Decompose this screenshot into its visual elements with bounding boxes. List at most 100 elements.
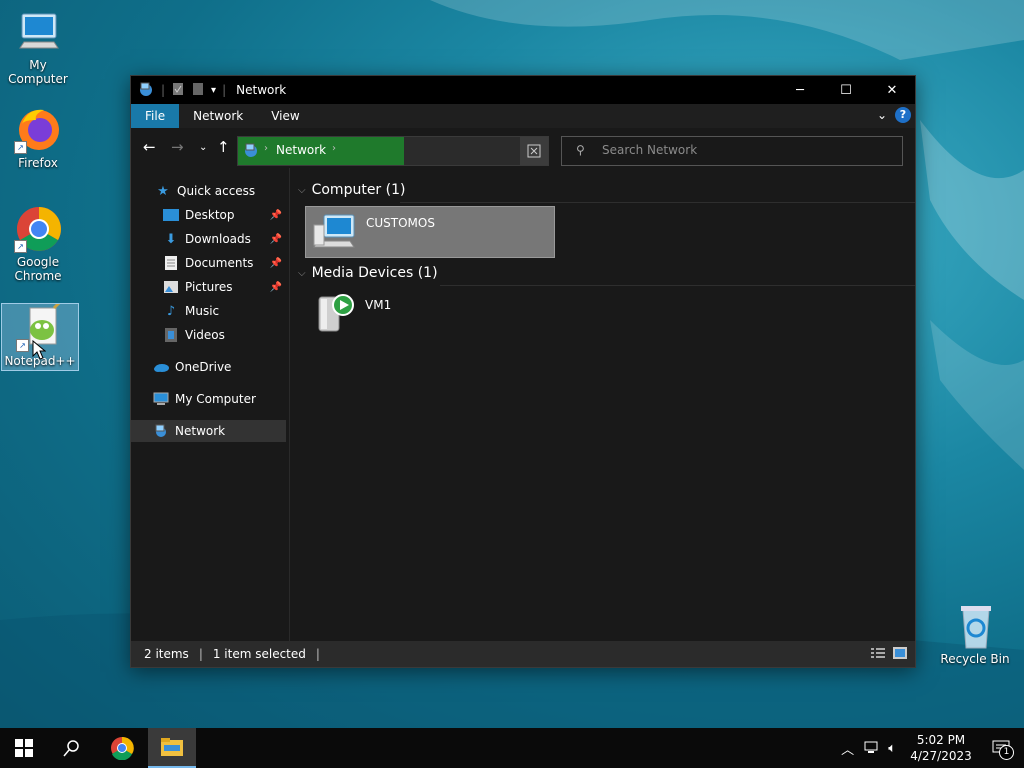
status-separator: | — [198, 647, 203, 661]
network-status-icon[interactable] — [864, 740, 880, 757]
search-button[interactable] — [48, 728, 96, 768]
search-icon: ⚲ — [576, 143, 585, 157]
nav-label: Music — [185, 304, 220, 318]
nav-label: Pictures — [185, 280, 233, 294]
clear-address-button[interactable] — [520, 137, 548, 165]
up-arrow-icon[interactable]: ↑ — [217, 138, 230, 156]
nav-label: OneDrive — [175, 360, 232, 374]
taskbar-chrome[interactable] — [98, 728, 146, 768]
maximize-button[interactable]: ☐ — [823, 76, 869, 104]
properties-quick-icon[interactable] — [171, 82, 185, 99]
nav-desktop[interactable]: Desktop 📌 — [131, 204, 286, 226]
desktop-icon-chrome[interactable]: ↗ Google Chrome — [0, 205, 76, 283]
minimize-button[interactable]: ─ — [777, 76, 823, 104]
nav-downloads[interactable]: ⬇ Downloads 📌 — [131, 228, 286, 250]
content-pane: ⌵ Computer (1) CUSTOMOS ⌵ Media Devices … — [290, 168, 915, 641]
close-button[interactable]: ✕ — [869, 76, 915, 104]
chrome-icon: ↗ — [14, 205, 62, 253]
desktop-icon-label: Recycle Bin — [940, 652, 1010, 666]
desktop-icon-label: Firefox — [18, 156, 58, 170]
clock[interactable]: 5:02 PM 4/27/2023 — [904, 732, 978, 764]
search-icon — [63, 740, 79, 757]
music-note-icon: ♪ — [166, 303, 176, 319]
clock-date: 4/27/2023 — [910, 749, 972, 763]
desktop-icon-my-computer[interactable]: My Computer — [0, 8, 76, 86]
group-divider — [440, 285, 915, 286]
chevron-down-icon: ⌵ — [298, 267, 306, 279]
title-bar: | ▾ | Network ─ ☐ ✕ — [131, 76, 915, 104]
nav-documents[interactable]: Documents 📌 — [131, 252, 286, 274]
address-bar[interactable]: › Network › — [237, 136, 549, 166]
help-icon[interactable]: ? — [895, 107, 911, 123]
nav-label: Quick access — [177, 184, 256, 198]
tab-file[interactable]: File — [131, 104, 180, 128]
tab-network[interactable]: Network — [179, 104, 257, 128]
status-separator: | — [315, 647, 320, 661]
address-segment[interactable]: Network — [276, 143, 326, 157]
pin-icon[interactable]: 📌 — [270, 282, 282, 293]
system-tray: ︿ 🔈︎ 5:02 PM 4/27/2023 1 — [841, 728, 1024, 768]
star-icon: ★ — [157, 183, 169, 199]
explorer-window: | ▾ | Network ─ ☐ ✕ File Network View ⌄ … — [130, 75, 916, 668]
details-view-icon[interactable] — [871, 647, 885, 662]
cloud-icon — [153, 359, 169, 375]
desktop-icon-notepadpp[interactable]: ↗ Notepad++ — [1, 298, 79, 371]
nav-label: Desktop — [185, 208, 235, 222]
start-button[interactable] — [0, 728, 48, 768]
taskbar-file-explorer[interactable] — [148, 728, 196, 768]
forward-arrow-icon[interactable]: → — [171, 138, 184, 156]
nav-label: My Computer — [175, 392, 256, 406]
computer-icon — [310, 207, 358, 255]
breadcrumb-chevron-icon[interactable]: › — [332, 143, 336, 154]
new-folder-quick-icon[interactable] — [191, 82, 205, 99]
pin-icon[interactable]: 📌 — [270, 258, 282, 269]
tiles-view-icon[interactable] — [893, 647, 907, 662]
item-label: VM1 — [365, 298, 392, 312]
desktop-icon-label: Google Chrome — [14, 255, 62, 283]
monitor-icon — [153, 391, 169, 407]
nav-label: Network — [175, 424, 226, 438]
item-vm1[interactable]: VM1 — [305, 289, 553, 339]
pin-icon[interactable]: 📌 — [270, 210, 282, 221]
navigation-bar: ← → ⌄ ↑ › Network › ⚲ Search Network — [131, 128, 915, 168]
desktop-icon-firefox[interactable]: ↗ Firefox — [0, 106, 76, 170]
nav-onedrive[interactable]: OneDrive — [131, 356, 286, 378]
search-box[interactable]: ⚲ Search Network — [561, 136, 903, 166]
desktop-icon-recycle-bin[interactable]: Recycle Bin — [937, 602, 1013, 666]
taskbar: ︿ 🔈︎ 5:02 PM 4/27/2023 1 — [0, 728, 1024, 768]
nav-label: Videos — [185, 328, 225, 342]
tab-view[interactable]: View — [257, 104, 313, 128]
pin-icon[interactable]: 📌 — [270, 234, 282, 245]
folder-icon — [161, 738, 183, 756]
desktop-icon-label: My Computer — [8, 58, 68, 86]
search-placeholder: Search Network — [602, 143, 698, 157]
expand-ribbon-icon[interactable]: ⌄ — [877, 108, 887, 122]
nav-pictures[interactable]: Pictures 📌 — [131, 276, 286, 298]
nav-videos[interactable]: Videos — [131, 324, 286, 346]
back-arrow-icon[interactable]: ← — [143, 138, 156, 156]
item-customos[interactable]: CUSTOMOS — [305, 206, 555, 258]
network-icon — [137, 81, 155, 100]
monitor-icon — [14, 8, 62, 56]
chevron-up-icon[interactable]: ︿ — [841, 739, 854, 758]
clock-time: 5:02 PM — [916, 733, 966, 747]
media-device-icon — [309, 289, 357, 337]
nav-label: Documents — [185, 256, 254, 270]
nav-my-computer[interactable]: My Computer — [131, 388, 286, 410]
group-divider — [400, 202, 915, 203]
speaker-icon[interactable]: 🔈︎ — [888, 741, 896, 756]
nav-quick-access[interactable]: ★ Quick access — [131, 180, 286, 202]
desktop-folder-icon — [163, 207, 179, 223]
item-count: 2 items — [144, 647, 189, 661]
nav-music[interactable]: ♪ Music — [131, 300, 286, 322]
group-header-computer[interactable]: ⌵ Computer (1) — [298, 182, 405, 198]
action-center-button[interactable]: 1 — [978, 728, 1024, 768]
recent-locations-icon[interactable]: ⌄ — [199, 142, 207, 153]
customize-quick-access-icon[interactable]: ▾ — [211, 85, 216, 96]
windows-logo-icon — [15, 739, 33, 757]
window-title: Network — [236, 83, 287, 97]
recycle-bin-icon — [951, 602, 999, 650]
group-title: Media Devices (1) — [311, 265, 438, 281]
nav-network[interactable]: Network — [131, 420, 286, 442]
group-header-media-devices[interactable]: ⌵ Media Devices (1) — [298, 265, 438, 281]
